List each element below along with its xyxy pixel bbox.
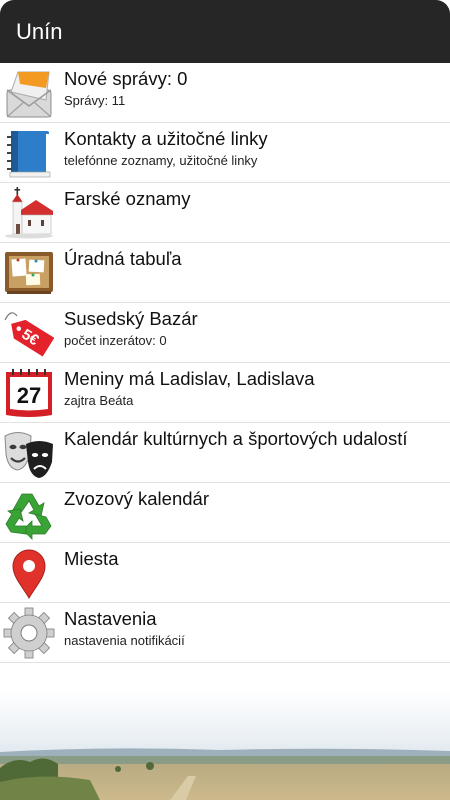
menu-item-events[interactable]: Kalendár kultúrnych a športových udalost… [0,423,450,483]
address-book-icon [0,125,58,181]
price-tag-icon: 5€ [0,305,58,361]
item-title: Miesta [64,548,119,569]
notice-board-icon [0,245,58,301]
item-subtitle: telefónne zoznamy, užitočné linky [64,153,258,168]
menu-item-name-days[interactable]: 27 Meniny má Ladislav, Ladislava zajtra … [0,363,450,423]
menu-item-bazaar[interactable]: 5€ Susedský Bazár počet inzerátov: 0 [0,303,450,363]
church-icon [0,185,58,241]
recycle-icon [0,485,58,541]
item-title: Kalendár kultúrnych a športových udalost… [64,428,408,449]
menu-item-contacts[interactable]: Kontakty a užitočné linky telefónne zozn… [0,123,450,183]
gear-icon [0,605,58,661]
menu-item-places[interactable]: Miesta [0,543,450,603]
menu-item-notice-board[interactable]: Úradná tabuľa [0,243,450,303]
item-title: Susedský Bazár [64,308,198,329]
theater-masks-icon [0,425,58,481]
item-subtitle: nastavenia notifikácií [64,633,185,648]
map-pin-icon [0,545,58,601]
menu-item-parish-notices[interactable]: Farské oznamy [0,183,450,243]
item-subtitle: zajtra Beáta [64,393,134,408]
app-bar: Unín [0,0,450,63]
landscape-background [0,690,450,800]
menu-item-messages[interactable]: Nové správy: 0 Správy: 11 [0,63,450,123]
menu-item-settings[interactable]: Nastavenia nastavenia notifikácií [0,603,450,663]
item-title: Nastavenia [64,608,157,629]
item-title: Kontakty a užitočné linky [64,128,268,149]
calendar-day-text: 27 [17,383,41,408]
item-subtitle: počet inzerátov: 0 [64,333,167,348]
item-title: Farské oznamy [64,188,191,209]
item-title: Zvozový kalendár [64,488,209,509]
app-title: Unín [16,18,63,44]
item-subtitle: Správy: 11 [64,93,126,108]
envelope-icon [0,65,58,121]
item-title: Nové správy: 0 [64,68,188,89]
item-title: Meniny má Ladislav, Ladislava [64,368,315,389]
item-title: Úradná tabuľa [64,248,182,269]
menu-list: Nové správy: 0 Správy: 11 Kontakty a uži… [0,63,450,663]
calendar-icon: 27 [0,365,58,421]
menu-item-waste-calendar[interactable]: Zvozový kalendár [0,483,450,543]
